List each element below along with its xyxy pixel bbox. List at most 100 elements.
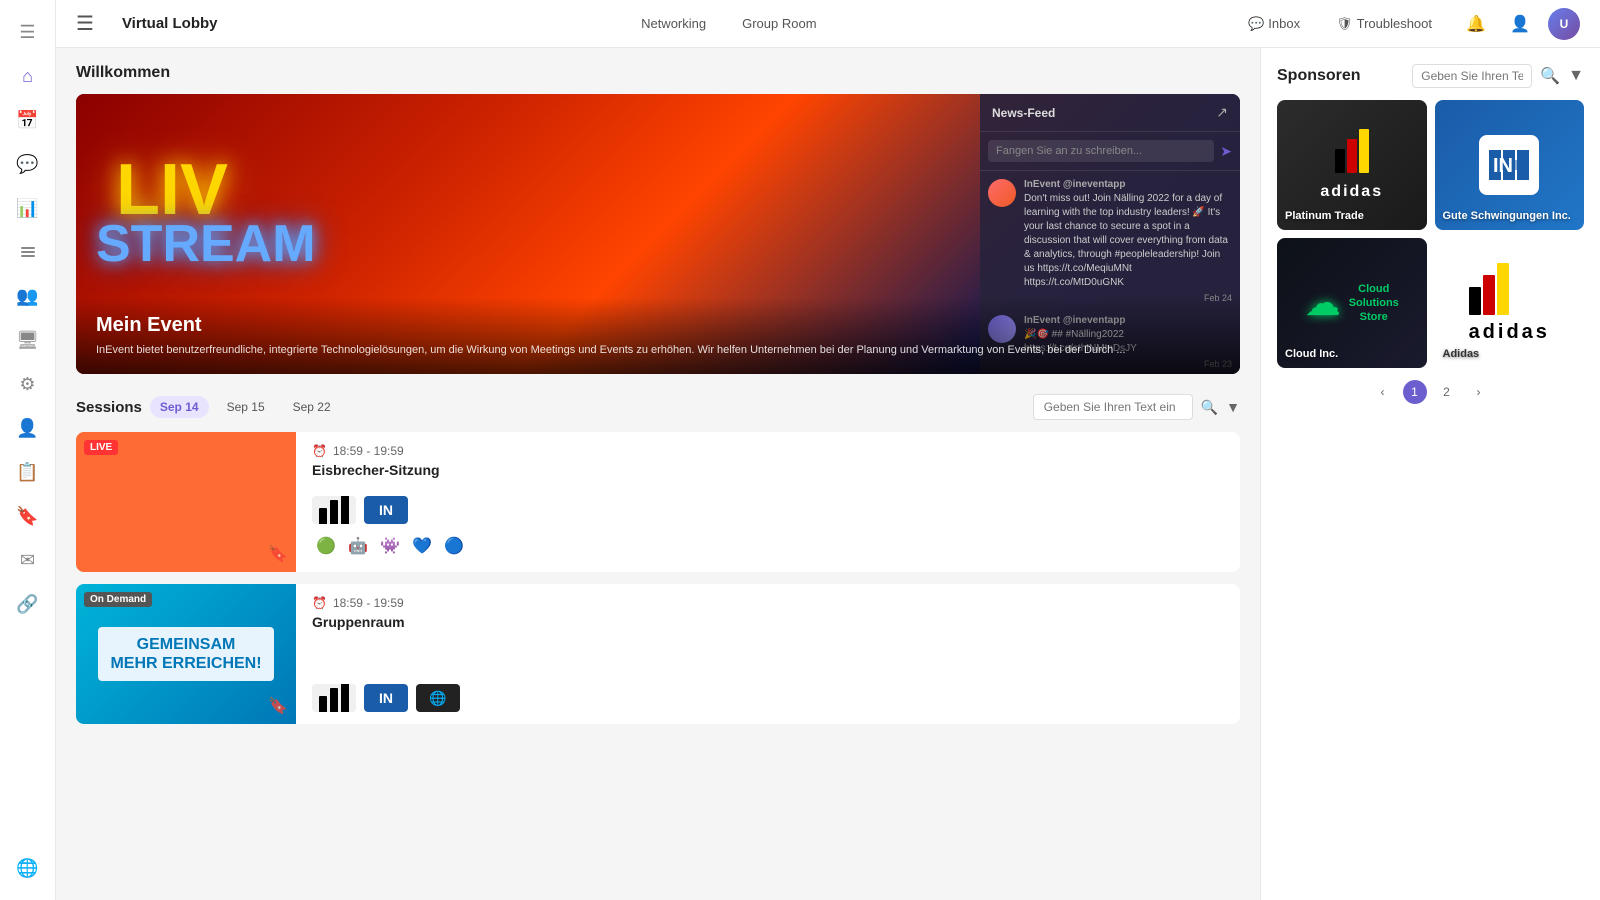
clock-icon-2: ⏰ <box>312 596 327 610</box>
chart-icon[interactable]: 📊 <box>8 188 48 228</box>
inbox-button[interactable]: 💬 Inbox <box>1240 12 1308 36</box>
main-area: ☰ Virtual Lobby Networking Group Room 💬 … <box>56 0 1600 900</box>
session-card-1[interactable]: LIVE 🔖 ⏰ 18:59 - 19:59 Eisbrecher-Sitzun… <box>76 432 1240 572</box>
bookmark-icon-2[interactable]: 🔖 <box>268 696 288 716</box>
monitor-icon[interactable]: 🖥 <box>8 320 48 360</box>
sponsor-globe-logo: 🌐 <box>416 684 460 712</box>
sponsor-name-adidas: Adidas <box>1443 348 1480 360</box>
chat-icon[interactable]: 💬 <box>8 144 48 184</box>
gute-logo: IN <box>1479 135 1539 195</box>
link-icon[interactable]: 🔗 <box>8 584 48 624</box>
date-tab-sep15[interactable]: Sep 15 <box>217 396 275 418</box>
hero-banner[interactable]: LIV STREAM News-Feed ↗ ➤ <box>76 94 1240 374</box>
group-room-link[interactable]: Group Room <box>734 12 824 35</box>
next-page-button[interactable]: › <box>1467 380 1491 404</box>
willkommen-heading: Willkommen <box>76 64 1240 82</box>
session-name-1: Eisbrecher-Sitzung <box>312 462 1224 478</box>
attendee-avatars-1: 🟢 🤖 👾 💙 🔵 <box>312 532 1224 560</box>
cloud-solutions-logo: ☁ CloudSolutionsStore <box>1305 282 1399 325</box>
newsfeed-header: News-Feed ↗ <box>980 94 1240 132</box>
troubleshoot-button[interactable]: 🛡 Troubleshoot <box>1328 12 1440 36</box>
hero-text-overlay: Mein Event InEvent bietet benutzerfreund… <box>76 298 1240 374</box>
newsfeed-message-1: InEvent @ineventapp Don't miss out! Join… <box>988 179 1232 303</box>
on-demand-badge: On Demand <box>84 592 152 607</box>
sponsor-card-platinum[interactable]: adidas Platinum Trade <box>1277 100 1427 230</box>
sponsor-card-cloud[interactable]: ☁ CloudSolutionsStore Cloud Inc. <box>1277 238 1427 368</box>
send-message-icon[interactable]: ➤ <box>1220 143 1232 160</box>
session-thumbnail-1: LIVE 🔖 <box>76 432 296 572</box>
sessions-search-icon[interactable]: 🔍 <box>1201 399 1218 416</box>
menu-icon[interactable]: ☰ <box>8 12 48 52</box>
date-tab-sep22[interactable]: Sep 22 <box>283 396 341 418</box>
troubleshoot-icon: 🛡 <box>1336 16 1353 32</box>
right-panel: Sponsoren 🔍 ▼ adidas <box>1260 48 1600 900</box>
message-avatar-1 <box>988 179 1016 207</box>
attendee-3: 👾 <box>376 532 404 560</box>
networking-link[interactable]: Networking <box>633 12 714 35</box>
sponsors-search-icon[interactable]: 🔍 <box>1540 66 1560 86</box>
session-card-2[interactable]: On Demand GEMEINSAMMEHR ERREICHEN! 🔖 ⏰ 1… <box>76 584 1240 724</box>
inbox-icon: 💬 <box>1248 16 1264 32</box>
attendee-1: 🟢 <box>312 532 340 560</box>
cloud-icon: ☁ <box>1305 282 1341 324</box>
bookmark-icon[interactable]: 🔖 <box>8 496 48 536</box>
gemeinsam-text: GEMEINSAMMEHR ERREICHEN! <box>98 627 273 681</box>
sessions-right: 🔍 ▼ <box>1033 394 1240 420</box>
settings-icon[interactable]: ⚙ <box>8 364 48 404</box>
date-tab-sep14[interactable]: Sep 14 <box>150 396 209 418</box>
gute-icon: IN <box>1479 135 1539 195</box>
page-2-button[interactable]: 2 <box>1435 380 1459 404</box>
session-sponsors-1: IN <box>312 496 1224 524</box>
bookmark-icon-1[interactable]: 🔖 <box>268 544 288 564</box>
page-1-button[interactable]: 1 <box>1403 380 1427 404</box>
list-icon[interactable] <box>8 232 48 272</box>
sessions-filter-icon[interactable]: ▼ <box>1226 399 1240 415</box>
adidas-color-stripes <box>1469 263 1550 315</box>
sessions-search-input[interactable] <box>1033 394 1193 420</box>
session-sponsors-2: IN 🌐 <box>312 684 1224 712</box>
hamburger-menu-icon[interactable]: ☰ <box>76 11 94 36</box>
home-icon[interactable]: ⌂ <box>8 56 48 96</box>
calendar-icon[interactable]: 📅 <box>8 100 48 140</box>
sponsor-name-cloud: Cloud Inc. <box>1285 348 1338 360</box>
newsfeed-input-row: ➤ <box>980 132 1240 171</box>
avatar[interactable]: U <box>1548 8 1580 40</box>
clock-icon-1: ⏰ <box>312 444 327 458</box>
table-icon[interactable]: 📋 <box>8 452 48 492</box>
sessions-header: Sessions Sep 14 Sep 15 Sep 22 🔍 ▼ <box>76 394 1240 420</box>
sponsors-search-input[interactable] <box>1412 64 1532 88</box>
sponsors-actions: 🔍 ▼ <box>1412 64 1584 88</box>
adidas-white-text: adidas <box>1320 183 1383 201</box>
email-icon[interactable]: ✉ <box>8 540 48 580</box>
platinum-stripes <box>1335 129 1369 173</box>
user-icon[interactable]: 👤 <box>8 408 48 448</box>
app-title: Virtual Lobby <box>122 15 218 32</box>
globe-icon[interactable]: 🌐 <box>8 848 48 888</box>
svg-text:IN: IN <box>1493 155 1513 177</box>
sponsor-grid: adidas Platinum Trade IN <box>1277 100 1584 368</box>
attendee-5: 🔵 <box>440 532 468 560</box>
session-info-2: ⏰ 18:59 - 19:59 Gruppenraum <box>312 584 1240 724</box>
hero-stream-text: STREAM <box>96 214 316 274</box>
people-icon[interactable]: 👥 <box>8 276 48 316</box>
pagination: ‹ 1 2 › <box>1277 380 1584 404</box>
user-profile-icon[interactable]: 👤 <box>1504 8 1536 40</box>
sponsor-name-gute: Gute Schwingungen Inc. <box>1443 210 1571 222</box>
newsfeed-input[interactable] <box>988 140 1214 162</box>
platinum-logo: adidas <box>1320 129 1383 201</box>
sponsors-filter-icon[interactable]: ▼ <box>1568 67 1584 85</box>
content-area: Sessions Willkommen LIV STREAM News-Feed… <box>56 48 1260 900</box>
sidebar: ☰ ⌂ 📅 💬 📊 👥 🖥 ⚙ 👤 📋 🔖 ✉ 🔗 🌐 <box>0 0 56 900</box>
session-name-2: Gruppenraum <box>312 614 1224 630</box>
attendee-2: 🤖 <box>344 532 372 560</box>
prev-page-button[interactable]: ‹ <box>1371 380 1395 404</box>
hero-event-description: InEvent bietet benutzerfreundliche, inte… <box>96 343 1220 358</box>
session-info-1: ⏰ 18:59 - 19:59 Eisbrecher-Sitzung <box>312 432 1240 572</box>
sponsor-card-gute[interactable]: IN Gute Schwingungen Inc. <box>1435 100 1585 230</box>
body-split: Sessions Willkommen LIV STREAM News-Feed… <box>56 48 1600 900</box>
sponsors-header: Sponsoren 🔍 ▼ <box>1277 64 1584 88</box>
sessions-left: Sessions Sep 14 Sep 15 Sep 22 <box>76 396 341 418</box>
newsfeed-share-icon[interactable]: ↗ <box>1216 104 1228 121</box>
sponsor-card-adidas[interactable]: adidas Adidas <box>1435 238 1585 368</box>
notification-bell-icon[interactable]: 🔔 <box>1460 8 1492 40</box>
